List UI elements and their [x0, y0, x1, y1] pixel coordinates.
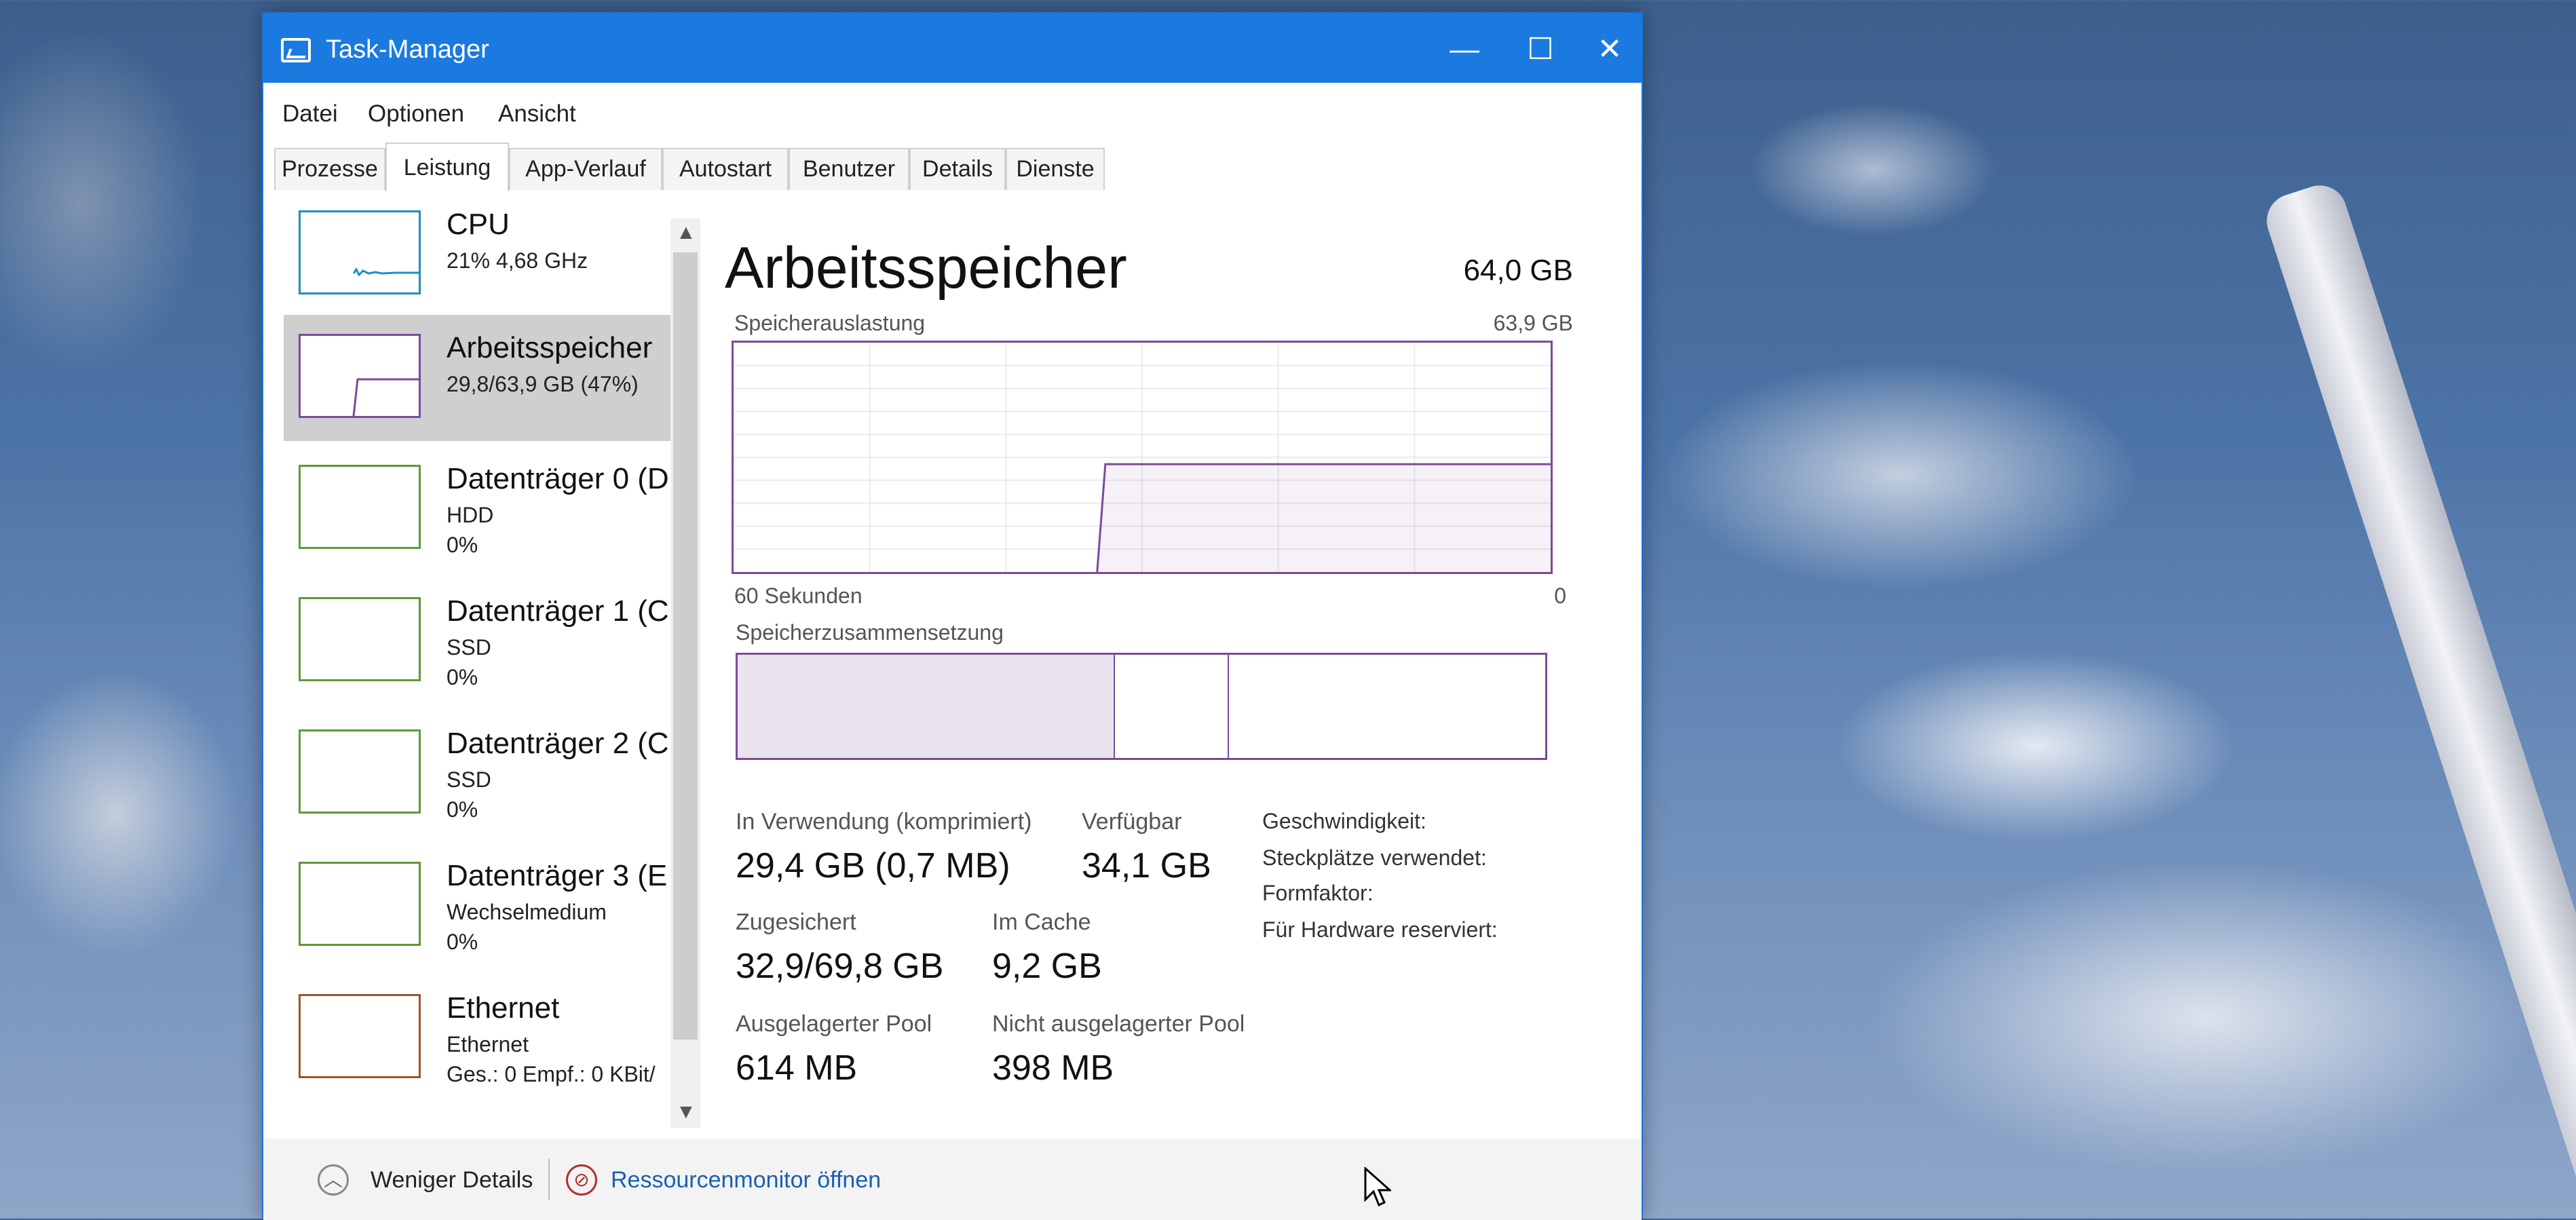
sidebar-item-memory[interactable]: Arbeitsspeicher 29,8/63,9 GB (47%) — [284, 315, 670, 441]
memory-usage-chart — [732, 341, 1553, 574]
sidebar-item-name: CPU — [447, 208, 510, 241]
sidebar-item-detail: HDD — [447, 503, 494, 527]
memory-thumbnail — [299, 334, 421, 418]
close-button[interactable]: ✕ — [1569, 26, 1650, 73]
scrollbar-thumb[interactable] — [673, 252, 698, 1040]
sidebar-item-detail: Ethernet — [447, 1032, 529, 1056]
fewer-details-link[interactable]: Weniger Details — [371, 1167, 533, 1194]
usage-time-right: 0 — [1554, 584, 1566, 608]
footer-divider — [548, 1159, 550, 1200]
committed-value: 32,9/69,8 GB — [736, 947, 944, 986]
usage-chart-max: 63,9 GB — [1493, 311, 1573, 335]
footer-bar: ︿ Weniger Details ⊘ Ressourcenmonitor öf… — [263, 1139, 1642, 1220]
sidebar-item-name: Arbeitsspeicher — [447, 331, 653, 364]
tab-details[interactable]: Details — [909, 148, 1006, 190]
tab-prozesse[interactable]: Prozesse — [274, 148, 385, 190]
cpu-mini-graph — [352, 267, 419, 277]
available-label: Verfügbar — [1082, 809, 1182, 835]
memory-mini-graph — [352, 378, 419, 416]
sidebar-item-cpu[interactable]: CPU 21% 4,68 GHz — [284, 191, 670, 318]
in-use-label: In Verwendung (komprimiert) — [736, 809, 1032, 835]
cached-value: 9,2 GB — [992, 947, 1102, 986]
menu-optionen[interactable]: Optionen — [368, 100, 464, 128]
cached-label: Im Cache — [992, 909, 1091, 935]
tab-leistung[interactable]: Leistung — [385, 142, 509, 191]
menu-datei[interactable]: Datei — [282, 100, 338, 128]
sidebar-item-detail: SSD — [447, 635, 491, 660]
performance-sidebar: CPU 21% 4,68 GHz Arbeitsspeicher 29,8/63… — [263, 191, 700, 1139]
sidebar-item-detail: 21% 4,68 GHz — [447, 248, 588, 273]
task-manager-window: Task-Manager — ☐ ✕ Datei Optionen Ansich… — [262, 12, 1643, 1220]
nonpaged-pool-label: Nicht ausgelagerter Pool — [992, 1011, 1245, 1037]
menu-bar: Datei Optionen Ansicht — [263, 83, 1642, 138]
sidebar-item-name: Datenträger 2 (C — [447, 727, 669, 760]
sidebar-item-name: Datenträger 1 (C — [447, 594, 669, 628]
usage-chart-label: Speicherauslastung — [734, 311, 926, 335]
background-pole — [2260, 178, 2576, 1204]
sidebar-item-detail: 29,8/63,9 GB (47%) — [447, 372, 639, 396]
committed-label: Zugesichert — [736, 909, 856, 935]
title-bar[interactable]: Task-Manager — ☐ ✕ — [263, 14, 1642, 83]
sidebar-item-usage: 0% — [447, 797, 478, 822]
composition-in-use — [738, 655, 1115, 758]
sidebar-item-usage: 0% — [447, 533, 478, 557]
sidebar-item-name: Ethernet — [447, 991, 560, 1025]
paged-pool-label: Ausgelagerter Pool — [736, 1011, 932, 1037]
sidebar-item-disk-0[interactable]: Datenträger 0 (D HDD 0% — [284, 446, 670, 572]
tab-benutzer[interactable]: Benutzer — [789, 148, 909, 190]
open-resource-monitor-link[interactable]: Ressourcenmonitor öffnen — [611, 1167, 881, 1194]
sidebar-item-usage: Ges.: 0 Empf.: 0 KBit/ — [447, 1062, 656, 1086]
content-area: CPU 21% 4,68 GHz Arbeitsspeicher 29,8/63… — [263, 191, 1642, 1139]
disk-3-thumbnail — [299, 862, 421, 946]
usage-time-left: 60 Sekunden — [734, 584, 863, 608]
memory-usage-area — [1097, 464, 1551, 572]
hardware-reserved-label: Für Hardware reserviert: — [1262, 917, 1498, 942]
task-manager-app-icon — [281, 38, 311, 62]
cpu-thumbnail — [299, 210, 421, 294]
sidebar-item-usage: 0% — [447, 665, 478, 689]
memory-composition-bar — [736, 653, 1547, 760]
sidebar-item-ethernet[interactable]: Ethernet Ethernet Ges.: 0 Empf.: 0 KBit/ — [284, 975, 670, 1101]
window-title: Task-Manager — [326, 35, 489, 64]
tab-app-verlauf[interactable]: App-Verlauf — [509, 148, 662, 190]
speed-label: Geschwindigkeit: — [1262, 809, 1426, 833]
sidebar-item-disk-2[interactable]: Datenträger 2 (C SSD 0% — [284, 710, 670, 837]
sidebar-item-detail: SSD — [447, 767, 491, 792]
composition-label: Speicherzusammensetzung — [736, 620, 1004, 645]
composition-modified — [1115, 655, 1229, 758]
sidebar-item-disk-1[interactable]: Datenträger 1 (C SSD 0% — [284, 578, 670, 704]
sidebar-item-usage: 0% — [447, 930, 478, 954]
disk-2-thumbnail — [299, 729, 421, 814]
minimize-button[interactable]: — — [1424, 26, 1505, 73]
sidebar-item-name: Datenträger 0 (D — [447, 462, 669, 495]
page-title: Arbeitsspeicher — [725, 235, 1127, 301]
memory-usage-graph — [734, 343, 1551, 572]
in-use-value: 29,4 GB (0,7 MB) — [736, 846, 1010, 885]
slots-used-label: Steckplätze verwendet: — [1262, 845, 1487, 870]
disk-1-thumbnail — [299, 597, 421, 681]
paged-pool-value: 614 MB — [736, 1048, 858, 1088]
composition-standby — [1229, 655, 1545, 758]
sidebar-item-detail: Wechselmedium — [447, 900, 607, 924]
resource-monitor-icon: ⊘ — [566, 1164, 597, 1196]
scroll-down-icon[interactable]: ▼ — [676, 1101, 696, 1124]
memory-detail-panel: Arbeitsspeicher 64,0 GB Speicherauslastu… — [725, 191, 1621, 1139]
chevron-up-icon[interactable]: ︿ — [318, 1164, 349, 1196]
scroll-up-icon[interactable]: ▲ — [676, 221, 696, 244]
disk-0-thumbnail — [299, 465, 421, 549]
form-factor-label: Formfaktor: — [1262, 881, 1374, 905]
sidebar-item-name: Datenträger 3 (E — [447, 859, 668, 892]
mouse-cursor-icon — [1364, 1167, 1391, 1207]
ethernet-thumbnail — [299, 994, 421, 1078]
nonpaged-pool-value: 398 MB — [992, 1048, 1114, 1088]
available-value: 34,1 GB — [1082, 846, 1211, 885]
tab-autostart[interactable]: Autostart — [662, 148, 789, 190]
sidebar-item-disk-3[interactable]: Datenträger 3 (E Wechselmedium 0% — [284, 843, 670, 969]
tab-bar: Prozesse Leistung App-Verlauf Autostart … — [263, 138, 1642, 193]
menu-ansicht[interactable]: Ansicht — [498, 100, 576, 128]
memory-total: 64,0 GB — [1463, 254, 1573, 287]
tab-dienste[interactable]: Dienste — [1006, 148, 1105, 190]
sidebar-scrollbar[interactable]: ▲ ▼ — [670, 218, 700, 1128]
